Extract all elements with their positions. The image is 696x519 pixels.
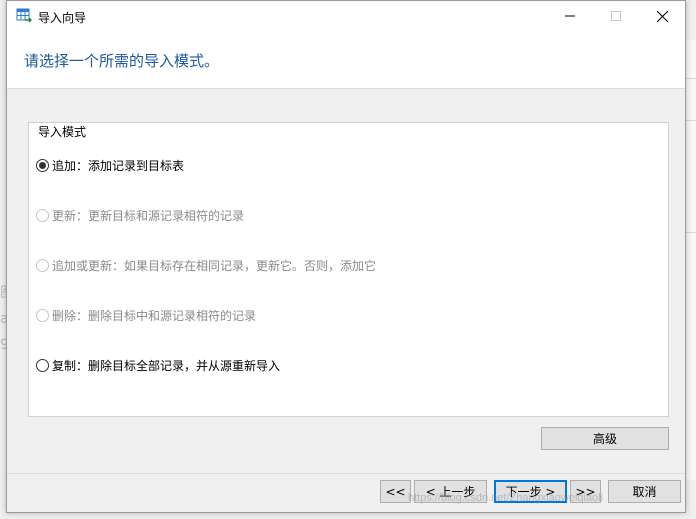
radio-append[interactable]: 追加：添加记录到目标表 <box>36 156 184 174</box>
radio-button-disabled <box>36 258 49 272</box>
radio-label: 更新：更新目标和源记录相符的记录 <box>52 208 245 223</box>
close-icon <box>656 10 668 22</box>
radio-button-checked[interactable] <box>36 158 49 172</box>
maximize-icon <box>611 11 621 21</box>
title-bar[interactable]: 导入向导 <box>7 1 685 31</box>
radio-button-disabled <box>36 208 49 222</box>
wizard-footer: << < 上一步 下一步 > >> 取消 <box>7 473 685 512</box>
next-step-button[interactable]: 下一步 > <box>494 480 567 503</box>
radio-label: 追加或更新：如果目标存在相同记录，更新它。否则，添加它 <box>52 258 377 273</box>
window-title: 导入向导 <box>38 11 87 25</box>
radio-label: 复制：删除目标全部记录，并从源重新导入 <box>52 358 281 373</box>
page-title: 请选择一个所需的导入模式。 <box>24 52 220 70</box>
first-step-button[interactable]: << <box>380 480 411 503</box>
maximize-button[interactable] <box>593 1 639 31</box>
radio-button-disabled <box>36 308 49 322</box>
previous-step-button[interactable]: < 上一步 <box>414 480 487 503</box>
table-import-icon <box>16 8 32 23</box>
radio-button[interactable] <box>36 358 49 372</box>
radio-label: 删除：删除目标中和源记录相符的记录 <box>52 308 257 323</box>
advanced-button[interactable]: 高级 <box>541 427 669 450</box>
wizard-header: 请选择一个所需的导入模式。 <box>7 31 685 89</box>
minimize-icon <box>565 15 575 17</box>
import-wizard-window: 导入向导 请选择一个所需的导入模式。 导入模式 追加：添加记录到目标表 更新：更… <box>6 0 686 513</box>
close-button[interactable] <box>639 1 685 31</box>
minimize-button[interactable] <box>547 1 593 31</box>
groupbox-legend: 导入模式 <box>36 123 89 140</box>
last-step-button[interactable]: >> <box>570 480 601 503</box>
wizard-content: 导入模式 追加：添加记录到目标表 更新：更新目标和源记录相符的记录 追加或更新：… <box>7 90 685 473</box>
radio-update: 更新：更新目标和源记录相符的记录 <box>36 206 244 224</box>
radio-copy[interactable]: 复制：删除目标全部记录，并从源重新导入 <box>36 356 280 374</box>
cancel-button[interactable]: 取消 <box>608 480 681 503</box>
radio-label: 追加：添加记录到目标表 <box>52 158 185 173</box>
radio-append-or-update: 追加或更新：如果目标存在相同记录，更新它。否则，添加它 <box>36 256 376 274</box>
radio-delete: 删除：删除目标中和源记录相符的记录 <box>36 306 256 324</box>
